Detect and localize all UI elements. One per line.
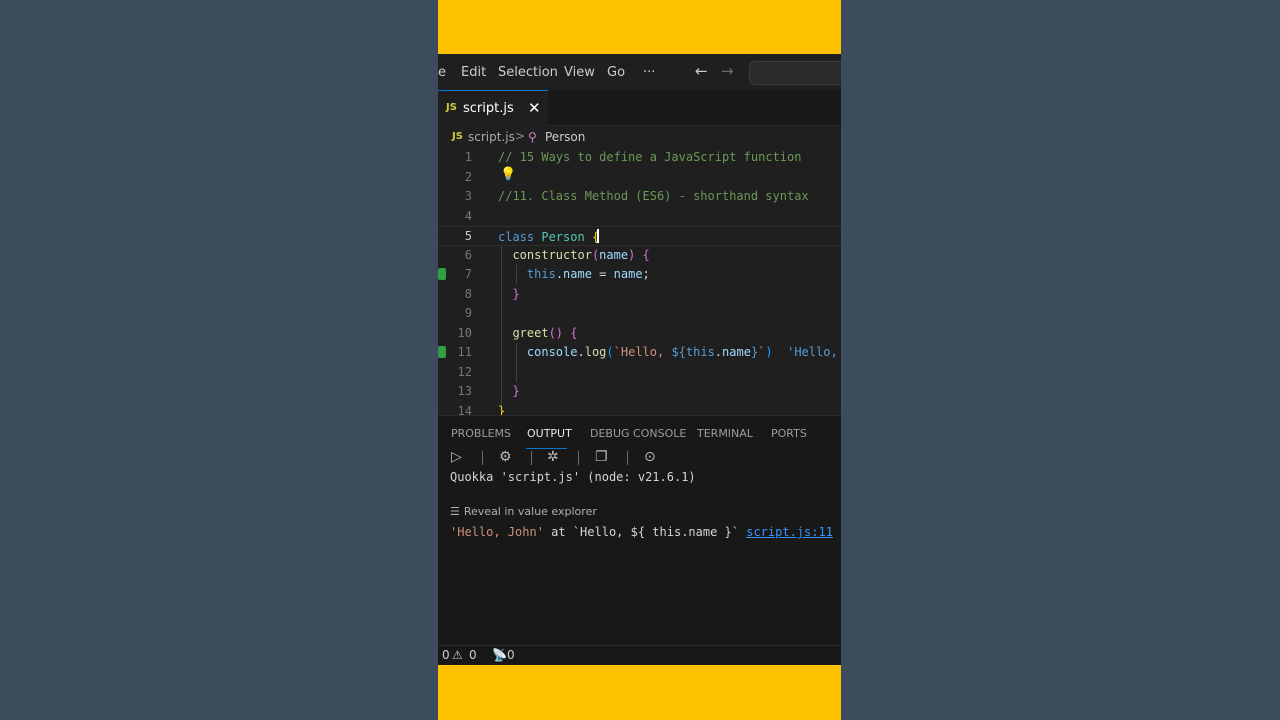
- line-number: 2: [464, 169, 472, 184]
- line-number: 1: [464, 150, 472, 164]
- run-icon[interactable]: ▷: [451, 449, 462, 465]
- code-line: 11 console.log(`Hello, ${this.name}`) 'H…: [438, 343, 841, 363]
- code-line: 12: [438, 363, 841, 383]
- line-number: 8: [464, 286, 472, 301]
- line-number: 9: [464, 306, 472, 320]
- javascript-file-icon: JS: [452, 131, 463, 142]
- vscode-window: e Edit Selection View Go ··· ← → JS scri…: [438, 0, 841, 720]
- code-text: // 15 Ways to define a JavaScript functi…: [498, 150, 802, 164]
- line-number: 13: [457, 384, 472, 398]
- menu-selection[interactable]: Selection: [498, 65, 558, 80]
- code-text: greet() {: [512, 325, 578, 340]
- top-yellow-bar: [438, 0, 841, 54]
- tab-label: script.js: [463, 101, 514, 116]
- menu-go[interactable]: Go: [607, 65, 625, 80]
- reveal-in-value-explorer[interactable]: ☰ Reveal in value explorer: [450, 505, 597, 518]
- bug-icon[interactable]: ✲: [547, 449, 559, 465]
- code-text: console.log(`Hello, ${this.name}`) 'Hell…: [526, 345, 838, 359]
- arrow-right-icon[interactable]: →: [721, 62, 734, 80]
- code-line: 8 }: [438, 285, 841, 305]
- code-text: constructor(name) {: [512, 247, 650, 262]
- menu-bar: e Edit Selection View Go ··· ← →: [438, 54, 841, 90]
- source-link[interactable]: script.js:11: [746, 525, 833, 539]
- code-line: 2: [438, 168, 841, 188]
- tab-problems[interactable]: PROBLEMS: [451, 427, 511, 440]
- code-editor[interactable]: 1 // 15 Ways to define a JavaScript func…: [438, 148, 841, 415]
- output-result-line: 'Hello, John' at `Hello, ${ this.name }`…: [450, 525, 833, 539]
- error-count[interactable]: 0: [442, 648, 450, 662]
- divider: [482, 451, 483, 465]
- lightbulb-icon[interactable]: 💡: [500, 167, 516, 182]
- tab-script-js[interactable]: JS script.js ✕: [438, 90, 548, 126]
- line-number: 5: [464, 229, 472, 243]
- menu-more[interactable]: ···: [643, 65, 655, 80]
- bottom-panel: PROBLEMS OUTPUT DEBUG CONSOLE TERMINAL P…: [438, 415, 841, 646]
- code-line: 9: [438, 304, 841, 324]
- arrow-left-icon[interactable]: ←: [695, 62, 708, 80]
- code-text: }: [498, 403, 506, 416]
- editor-tabs: JS script.js ✕: [438, 90, 841, 126]
- javascript-file-icon: JS: [446, 102, 457, 113]
- line-number: 12: [457, 364, 472, 379]
- code-line: 6 constructor(name) {: [438, 246, 841, 266]
- debug-icon[interactable]: ⚙: [499, 449, 512, 465]
- divider: [627, 451, 628, 465]
- breadcrumb-file[interactable]: script.js: [468, 130, 515, 144]
- menu-view[interactable]: View: [564, 65, 595, 80]
- close-icon[interactable]: ✕: [528, 99, 541, 117]
- status-bar: 0 ⚠ 0 📡 0: [438, 645, 841, 666]
- output-quokka-line: Quokka 'script.js' (node: v21.6.1): [450, 470, 696, 484]
- record-icon[interactable]: ⊙: [644, 449, 656, 465]
- code-line-current: 5 class Person {: [438, 226, 841, 246]
- code-line: 4: [438, 207, 841, 227]
- warning-count[interactable]: 0: [469, 648, 477, 662]
- code-line: 1 // 15 Ways to define a JavaScript func…: [438, 148, 841, 168]
- divider: [578, 451, 579, 465]
- code-line: 10 greet() {: [438, 324, 841, 344]
- tab-ports[interactable]: PORTS: [771, 427, 807, 440]
- menu-file[interactable]: e: [438, 65, 446, 80]
- chevron-right-icon: >: [515, 129, 526, 143]
- copy-icon[interactable]: ❐: [595, 449, 608, 465]
- reveal-label: Reveal in value explorer: [463, 505, 597, 518]
- code-text: this.name = name;: [526, 267, 650, 281]
- line-number: 4: [464, 208, 472, 223]
- background-left: [0, 0, 438, 720]
- tab-debug-console[interactable]: DEBUG CONSOLE: [590, 427, 686, 440]
- line-number: 3: [464, 189, 472, 203]
- code-line: 7 this.name = name;: [438, 265, 841, 285]
- line-number: 10: [457, 325, 472, 340]
- text-cursor: [597, 229, 599, 243]
- result-expression: `Hello, ${ this.name }`: [572, 525, 739, 539]
- code-text: }: [512, 286, 520, 301]
- ports-count[interactable]: 0: [507, 648, 515, 662]
- menu-edit[interactable]: Edit: [461, 65, 486, 80]
- breadcrumb: JS script.js > ⚲ Person: [438, 126, 841, 148]
- line-number: 6: [464, 247, 472, 262]
- tab-terminal[interactable]: TERMINAL: [697, 427, 753, 440]
- code-text: }: [512, 384, 520, 398]
- tab-output[interactable]: OUTPUT: [527, 427, 572, 440]
- code-line: 13 }: [438, 382, 841, 402]
- class-symbol-icon: ⚲: [528, 130, 537, 144]
- line-number: 14: [457, 403, 472, 416]
- background-right: [841, 0, 1280, 720]
- ports-icon[interactable]: 📡: [492, 648, 507, 662]
- list-icon: ☰: [450, 505, 460, 518]
- code-line: 14 }: [438, 402, 841, 416]
- divider: [531, 451, 532, 465]
- command-center-search[interactable]: [749, 61, 841, 85]
- warning-icon[interactable]: ⚠: [452, 648, 463, 662]
- bottom-yellow-bar: [438, 665, 841, 720]
- line-number: 7: [464, 267, 472, 281]
- code-text: class Person {: [498, 229, 600, 244]
- code-line: 3 //11. Class Method (ES6) - shorthand s…: [438, 187, 841, 207]
- code-text: //11. Class Method (ES6) - shorthand syn…: [498, 189, 809, 203]
- result-at: at: [543, 525, 573, 539]
- line-number: 11: [457, 345, 472, 359]
- result-value: 'Hello, John': [450, 525, 544, 539]
- breadcrumb-symbol[interactable]: Person: [545, 130, 585, 144]
